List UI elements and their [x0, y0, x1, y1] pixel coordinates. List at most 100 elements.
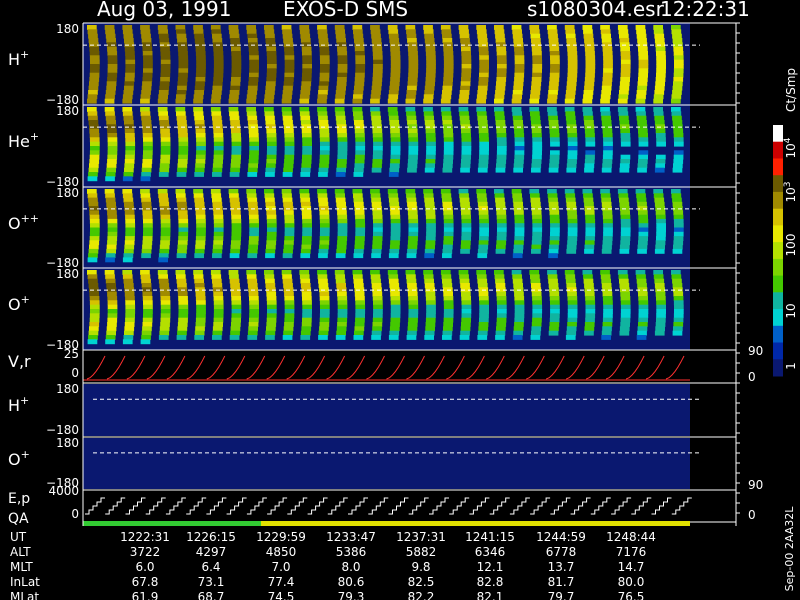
spectrogram-cell	[603, 146, 613, 151]
spectrogram-cell	[408, 51, 418, 56]
spectrogram-cell	[336, 201, 346, 207]
spectrogram-cell	[125, 141, 136, 147]
footer-value: 9.8	[411, 560, 430, 574]
spectrogram-cell	[655, 291, 666, 297]
spectrogram-cell	[424, 115, 434, 121]
spectrogram-cell	[513, 283, 523, 288]
spectrogram-cell	[566, 163, 577, 169]
spectrogram-cell	[390, 210, 400, 216]
spectrogram-cell	[318, 120, 329, 125]
spectrogram-cell	[441, 94, 452, 100]
spectrogram-cell	[231, 291, 241, 297]
spectrogram-cell	[107, 51, 118, 56]
spectrogram-cell	[123, 172, 134, 177]
spectrogram-cell	[355, 313, 365, 319]
spectrogram-cell	[496, 68, 507, 74]
spectrogram-cell	[141, 283, 152, 288]
spectrogram-cell	[372, 133, 383, 138]
spectrogram-cell	[636, 29, 646, 35]
spectrogram-cell	[193, 25, 203, 30]
spectrogram-cell	[372, 291, 383, 297]
spectrogram-cell	[566, 201, 577, 207]
spectrogram-cell	[231, 210, 241, 216]
energy-trace	[226, 497, 247, 515]
energy-trace	[105, 497, 126, 515]
spectrogram-cell	[673, 68, 684, 74]
spectrogram-cell	[513, 201, 523, 207]
spectrogram-cell	[213, 210, 223, 216]
spectrogram-cell	[140, 98, 150, 104]
spectrogram-cell	[425, 128, 436, 134]
spectrogram-cell	[654, 167, 665, 173]
spectrogram-cell	[531, 46, 542, 52]
spectrogram-cell	[193, 29, 204, 35]
spectrogram-cell	[177, 240, 188, 246]
spectrogram-cell	[476, 94, 487, 100]
spectrogram-cell	[442, 283, 453, 288]
spectrogram-cell	[585, 236, 595, 241]
spectrogram-cell	[302, 218, 312, 224]
spectrogram-cell	[125, 227, 136, 233]
spectrogram-cell	[565, 193, 576, 199]
spectrogram-cell	[355, 55, 365, 61]
spectrogram-cell	[176, 253, 187, 259]
spectrogram-cell	[353, 94, 363, 100]
spectrogram-cell	[212, 85, 223, 91]
energy-trace	[489, 497, 510, 515]
spectrogram-cell	[617, 25, 628, 30]
spectrogram-cell	[352, 189, 363, 194]
spectrogram-cell	[407, 85, 417, 91]
spectrogram-cell	[601, 197, 611, 203]
spectrogram-cell	[424, 90, 434, 95]
spectrogram-cell	[656, 227, 666, 233]
spectrogram-cell	[407, 81, 418, 87]
spectrogram-cell	[494, 189, 504, 194]
spectrogram-cell	[635, 25, 646, 30]
spectrogram-cell	[441, 274, 452, 280]
spectrogram-cell	[178, 59, 189, 65]
spectrogram-cell	[671, 270, 681, 275]
spectrogram-cell	[602, 210, 613, 216]
spectrogram-cell	[442, 197, 452, 203]
spectrogram-cell	[408, 141, 419, 147]
spectrogram-cell	[107, 296, 118, 301]
spectrogram-cell	[302, 309, 312, 314]
spectrogram-cell	[602, 322, 613, 327]
spectrogram-cell	[567, 46, 577, 52]
spectrogram-cell	[531, 128, 542, 134]
spectrogram-cell	[248, 77, 259, 82]
footer-value: 1241:15	[465, 530, 515, 544]
spectrogram-cell	[90, 223, 100, 229]
spectrogram-cell	[584, 77, 595, 82]
spectrogram-cell	[603, 150, 613, 156]
spectrogram-cell	[213, 72, 224, 78]
spectrogram-cell	[656, 72, 666, 78]
spectrogram-cell	[230, 38, 240, 43]
spectrogram-cell	[567, 300, 578, 306]
spectrogram-cell	[653, 107, 663, 112]
spectrogram-cell	[514, 296, 525, 301]
spectrogram-cell	[142, 128, 153, 134]
spectrogram-cell	[123, 115, 134, 121]
spectrogram-cell	[195, 81, 205, 87]
spectrogram-cell	[426, 313, 436, 319]
spectrogram-cell	[673, 291, 684, 297]
velocity-trace	[466, 355, 485, 380]
spectrogram-cell	[673, 55, 684, 61]
spectrogram-cell	[318, 85, 329, 91]
header-file: s1080304.esr	[527, 0, 664, 21]
spectrogram-cell	[194, 167, 205, 173]
spectrogram-cell	[494, 270, 504, 275]
spectrogram-cell	[390, 236, 401, 241]
spectrogram-cell	[105, 257, 115, 263]
spectrogram-cell	[125, 304, 136, 310]
spectrogram-cell	[603, 231, 613, 237]
velocity-trace	[226, 355, 246, 380]
spectrogram-cell	[124, 330, 134, 336]
spectrogram-cell	[122, 176, 133, 182]
spectrogram-cell	[335, 29, 345, 35]
spectrogram-cell	[299, 270, 310, 275]
spectrogram-cell	[425, 159, 436, 164]
spectrogram-cell	[478, 240, 489, 246]
footer-row-label: InLat	[10, 575, 40, 589]
